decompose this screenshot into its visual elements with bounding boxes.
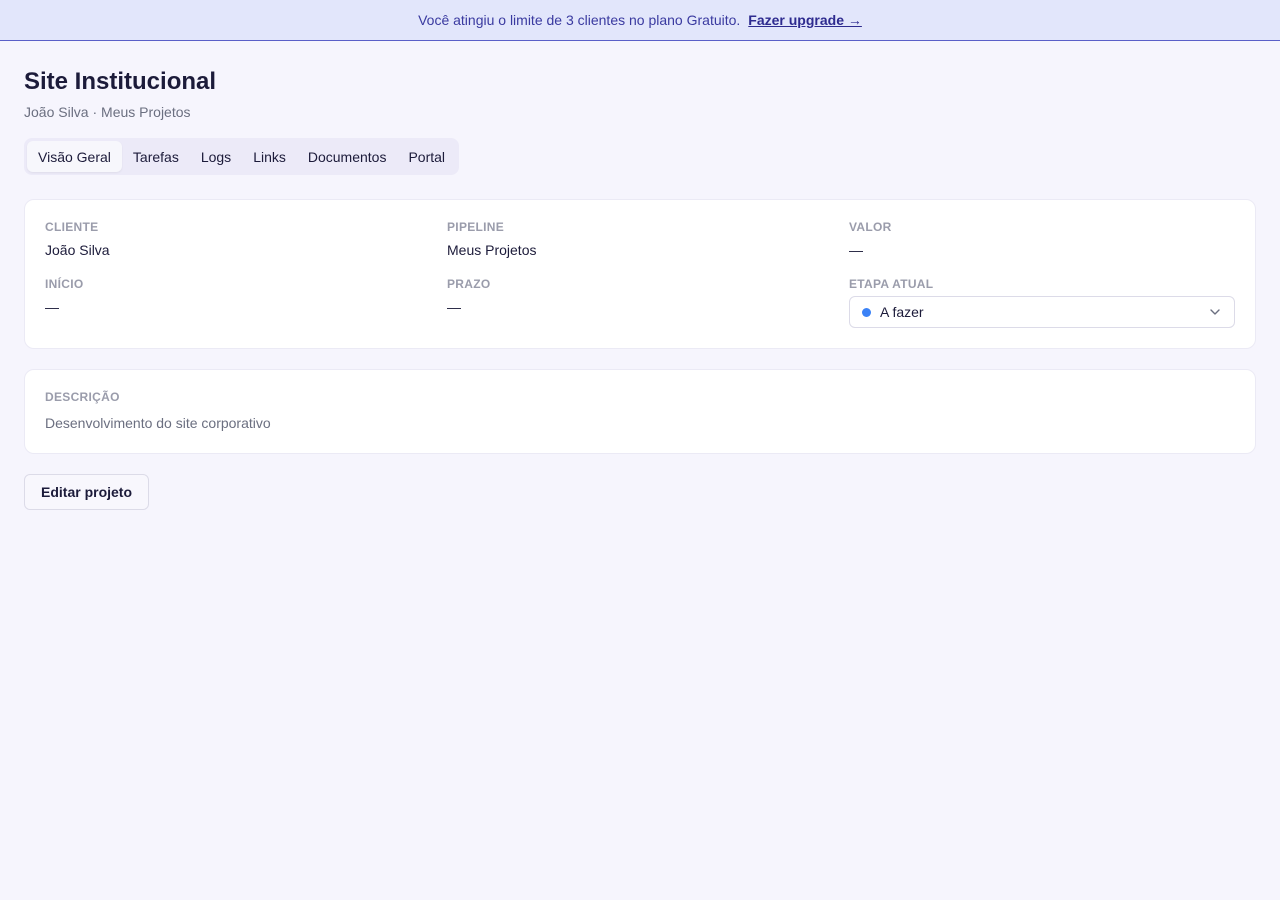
field-label: Cliente xyxy=(45,220,99,234)
description-card: Descrição Desenvolvimento do site corpor… xyxy=(24,369,1256,454)
field-pipeline: Pipeline Meus Projetos xyxy=(447,220,849,259)
field-value: — xyxy=(45,299,59,315)
field-label: Etapa atual xyxy=(849,277,934,291)
tab-logs[interactable]: Logs xyxy=(190,141,242,172)
banner-message: Você atingiu o limite de 3 clientes no p… xyxy=(418,12,741,28)
tab-documentos[interactable]: Documentos xyxy=(297,141,398,172)
field-label: Pipeline xyxy=(447,220,505,234)
description-label: Descrição xyxy=(45,390,120,404)
field-label: Início xyxy=(45,277,84,291)
field-label: Valor xyxy=(849,220,892,234)
tab-visao-geral[interactable]: Visão Geral xyxy=(27,141,122,172)
field-valor: Valor — xyxy=(849,220,1235,259)
stage-select[interactable]: A fazer xyxy=(849,296,1235,328)
chevron-down-icon xyxy=(1208,305,1222,319)
tab-bar: Visão Geral Tarefas Logs Links Documento… xyxy=(24,138,460,175)
tab-portal[interactable]: Portal xyxy=(397,141,456,172)
upgrade-banner: Você atingiu o limite de 3 clientes no p… xyxy=(0,0,1280,41)
tab-links[interactable]: Links xyxy=(242,141,297,172)
breadcrumb: João Silva · Meus Projetos xyxy=(24,104,191,120)
field-inicio: Início — xyxy=(45,277,447,328)
field-label: Prazo xyxy=(447,277,491,291)
field-value: Meus Projetos xyxy=(447,242,537,258)
upgrade-link[interactable]: Fazer upgrade → xyxy=(748,12,862,28)
page-title: Site Institucional xyxy=(24,68,217,95)
field-value: — xyxy=(849,242,863,258)
description-text: Desenvolvimento do site corporativo xyxy=(45,415,271,431)
stage-select-value: A fazer xyxy=(880,304,924,320)
main-content: Site Institucional João Silva · Meus Pro… xyxy=(0,68,1280,510)
field-etapa-atual: Etapa atual A fazer xyxy=(849,277,1235,328)
project-details-card: Cliente João Silva Pipeline Meus Projeto… xyxy=(24,199,1256,349)
status-dot-icon xyxy=(862,307,871,317)
field-value: — xyxy=(447,299,461,315)
tab-tarefas[interactable]: Tarefas xyxy=(122,141,190,172)
field-cliente: Cliente João Silva xyxy=(45,220,447,259)
field-value: João Silva xyxy=(45,242,110,258)
field-prazo: Prazo — xyxy=(447,277,849,328)
edit-project-button[interactable]: Editar projeto xyxy=(24,474,150,510)
